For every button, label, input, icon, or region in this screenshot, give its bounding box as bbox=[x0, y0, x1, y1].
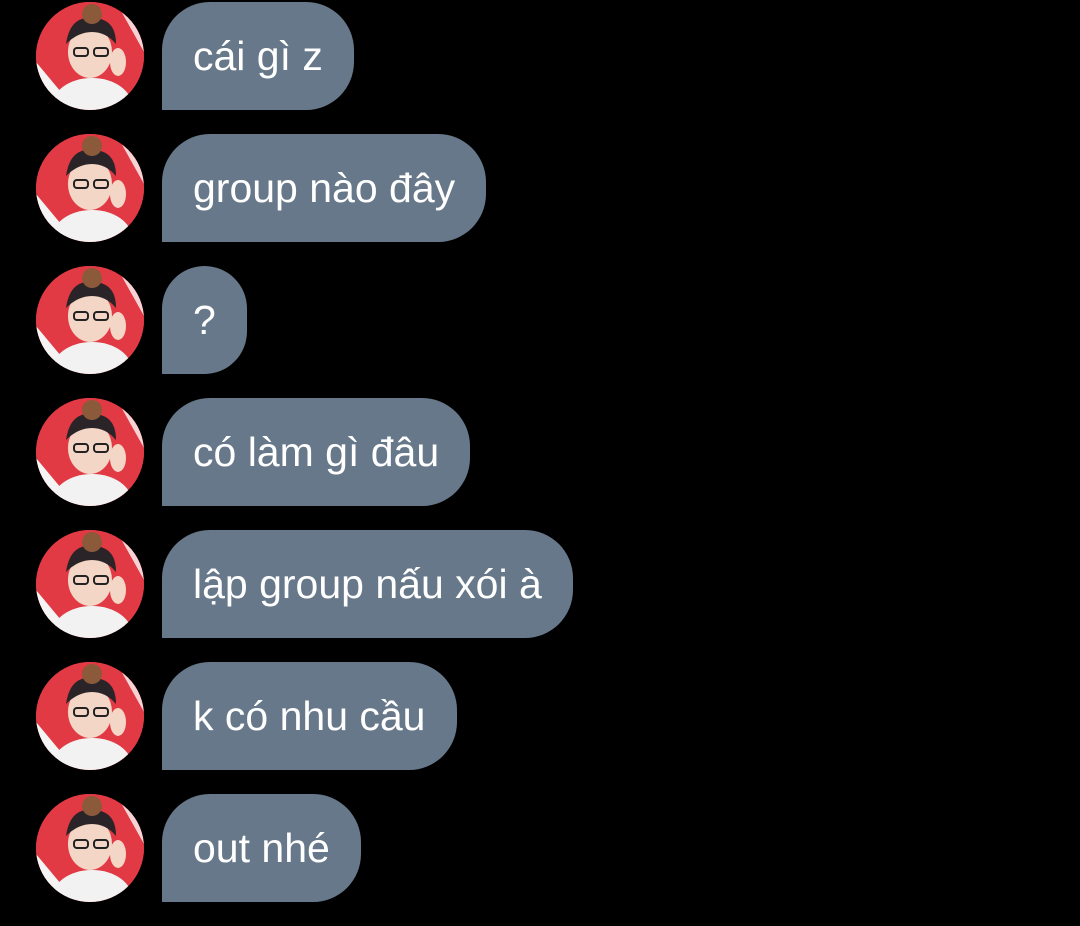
message-bubble[interactable]: có làm gì đâu bbox=[162, 398, 471, 506]
avatar[interactable] bbox=[36, 266, 144, 374]
avatar[interactable] bbox=[36, 398, 144, 506]
avatar-photo-icon bbox=[36, 530, 144, 638]
message-text: ? bbox=[193, 296, 216, 343]
message-row: cái gì z bbox=[0, 2, 1080, 110]
chat-thread: cái gì z group nào đây ? có làm gì đâu l… bbox=[0, 0, 1080, 926]
message-text: cái gì z bbox=[193, 32, 323, 79]
message-text: k có nhu cầu bbox=[193, 692, 426, 739]
avatar-photo-icon bbox=[36, 794, 144, 902]
message-bubble[interactable]: lập group nấu xói à bbox=[162, 530, 573, 638]
avatar-photo-icon bbox=[36, 134, 144, 242]
message-text: có làm gì đâu bbox=[193, 428, 440, 475]
avatar[interactable] bbox=[36, 134, 144, 242]
avatar-photo-icon bbox=[36, 398, 144, 506]
message-bubble[interactable]: cái gì z bbox=[162, 2, 354, 110]
message-row: ? bbox=[0, 266, 1080, 374]
message-text: group nào đây bbox=[193, 164, 456, 211]
message-text: out nhé bbox=[193, 824, 330, 871]
message-bubble[interactable]: out nhé bbox=[162, 794, 361, 902]
message-row: lập group nấu xói à bbox=[0, 530, 1080, 638]
avatar[interactable] bbox=[36, 2, 144, 110]
avatar[interactable] bbox=[36, 530, 144, 638]
message-row: group nào đây bbox=[0, 134, 1080, 242]
message-row: k có nhu cầu bbox=[0, 662, 1080, 770]
message-row: có làm gì đâu bbox=[0, 398, 1080, 506]
message-bubble[interactable]: group nào đây bbox=[162, 134, 487, 242]
avatar-photo-icon bbox=[36, 662, 144, 770]
message-row: out nhé bbox=[0, 794, 1080, 902]
avatar[interactable] bbox=[36, 662, 144, 770]
avatar-photo-icon bbox=[36, 266, 144, 374]
avatar-photo-icon bbox=[36, 2, 144, 110]
message-bubble[interactable]: k có nhu cầu bbox=[162, 662, 457, 770]
avatar[interactable] bbox=[36, 794, 144, 902]
message-bubble[interactable]: ? bbox=[162, 266, 247, 374]
message-text: lập group nấu xói à bbox=[193, 560, 542, 607]
